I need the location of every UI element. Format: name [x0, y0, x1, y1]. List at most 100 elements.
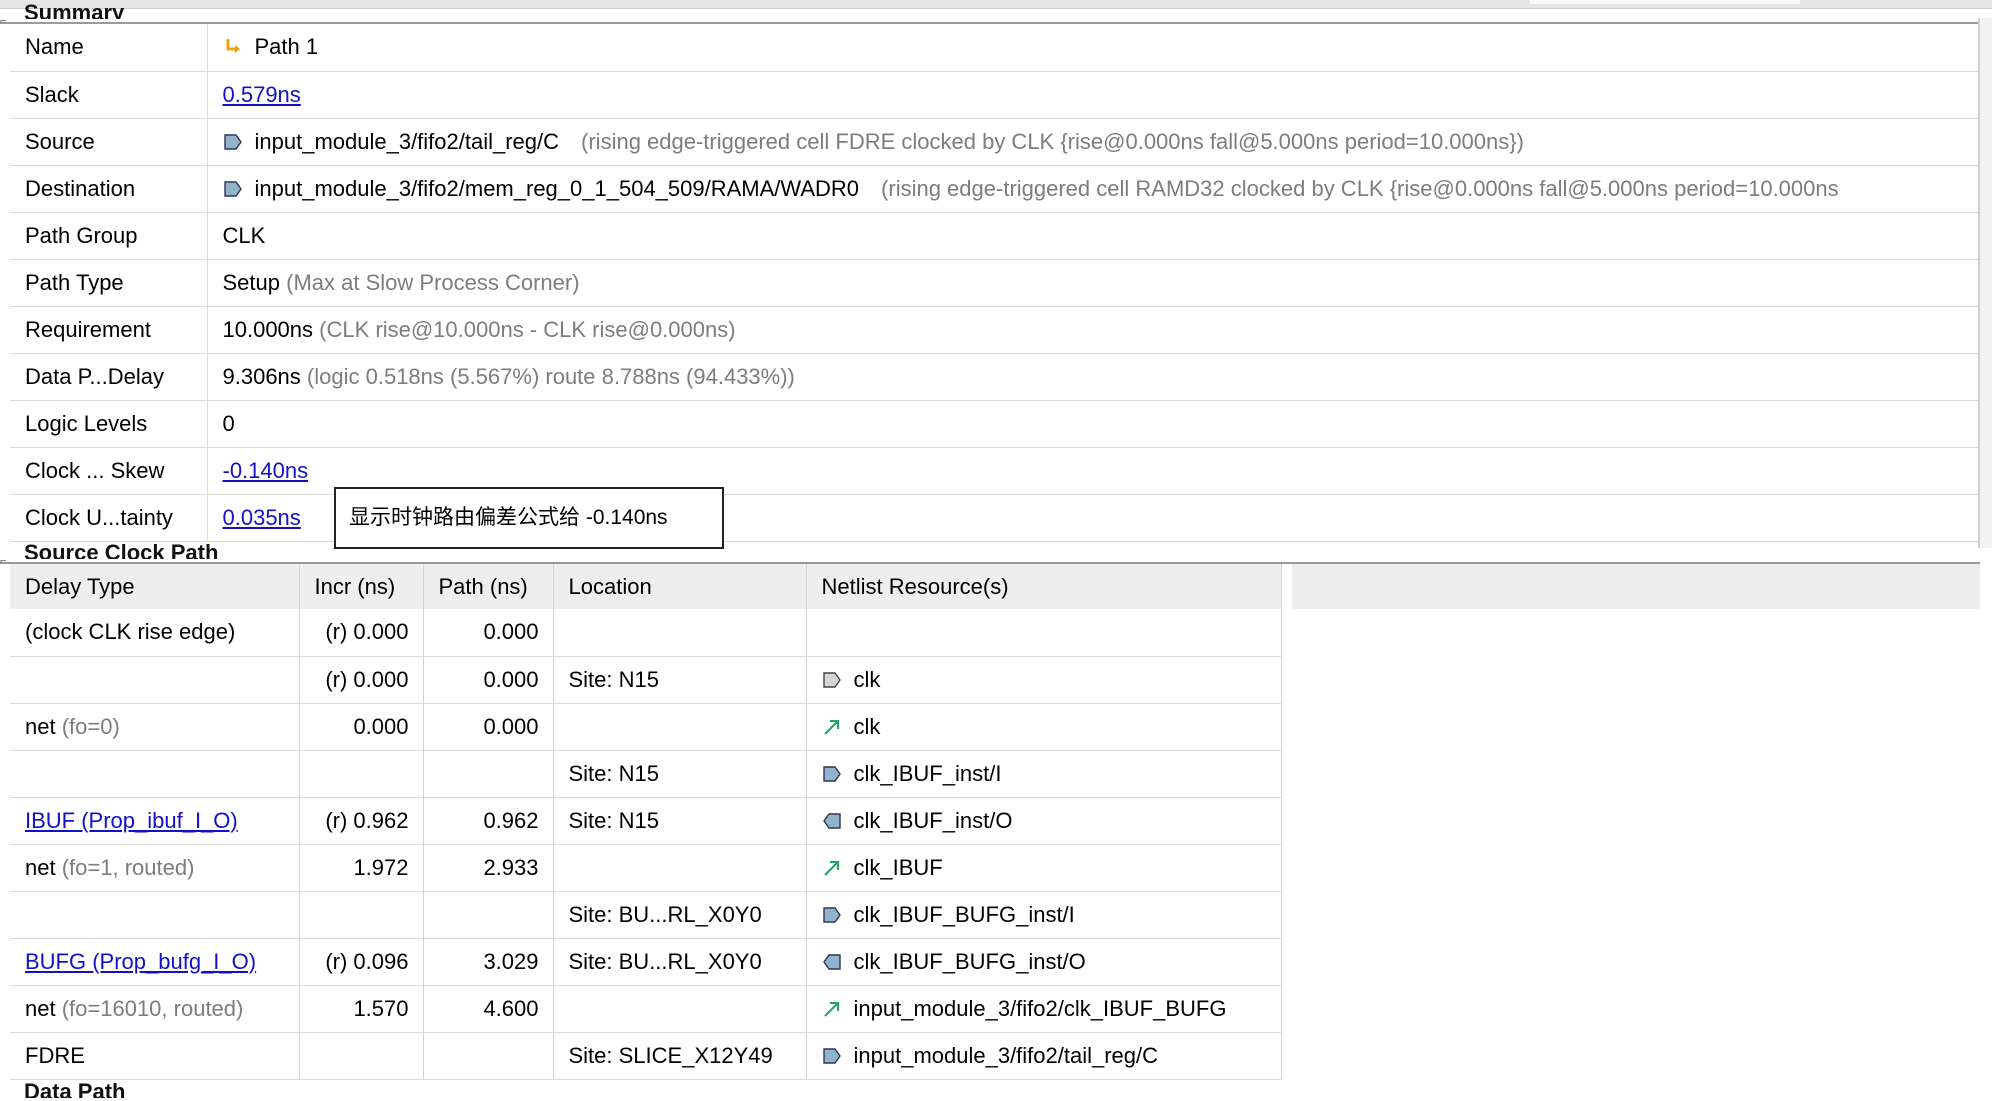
incr-cell: 1.972 [299, 844, 424, 892]
input-pin-icon [822, 1046, 842, 1066]
table-row[interactable]: net (fo=0) 0.000 0.000 clk [10, 703, 1282, 751]
value-link[interactable]: 0.579ns [223, 82, 301, 107]
delay-type-cell: FDRE [10, 1032, 300, 1080]
path-icon [223, 37, 243, 57]
table-row[interactable]: net (fo=16010, routed) 1.570 4.600 input_mo… [10, 985, 1282, 1033]
summary-key: Destination [10, 165, 208, 213]
delay-type: net [25, 713, 56, 739]
collapse-icon[interactable]: ⌐ [0, 556, 10, 567]
location-cell: Site: BU...RL_X0Y0 [553, 891, 807, 939]
table-header-filler [1292, 564, 1980, 609]
incr-cell: 1.570 [299, 985, 424, 1033]
summary-key: Path Type [10, 259, 208, 307]
summary-row: Path Group CLK [10, 212, 1978, 260]
summary-value: CLK [207, 212, 1978, 260]
column-header[interactable]: Delay Type [10, 564, 300, 609]
incr-cell: (r) 0.000 [299, 656, 424, 704]
value-text: Setup [222, 269, 281, 295]
incr-cell [299, 1032, 424, 1080]
summary-value: 0.579ns [207, 71, 1978, 119]
path-cell: 0.000 [423, 703, 554, 751]
fanout-detail: (fo=16010, routed) [61, 995, 244, 1021]
pin-icon [223, 132, 243, 152]
delay-type: FDRE [25, 1042, 85, 1068]
summary-value: Path 1 [207, 24, 1978, 72]
resource-name[interactable]: clk_IBUF_inst/I [854, 761, 1002, 786]
source-clock-title: Source Clock Path [24, 542, 219, 559]
summary-value: 0 [207, 400, 1978, 448]
table-row[interactable]: net (fo=1, routed) 1.972 2.933 clk_IBUF [10, 844, 1282, 892]
value-text: 10.000ns [222, 316, 314, 342]
value-text: 9.306ns [222, 363, 301, 389]
pin-icon [223, 179, 243, 199]
path-cell: 0.962 [423, 797, 554, 845]
resource-name[interactable]: clk_IBUF_BUFG_inst/I [854, 902, 1075, 927]
net-icon [822, 858, 842, 878]
resource-name[interactable]: input_module_3/fifo2/clk_IBUF_BUFG [854, 996, 1227, 1021]
table-row[interactable]: BUFG (Prop_bufg_I_O) (r) 0.096 3.029 Site: … [10, 938, 1282, 986]
value-text: Path 1 [254, 34, 319, 60]
table-row[interactable]: (r) 0.000 0.000 Site: N15 clk [10, 656, 1282, 704]
data-path-section-header[interactable]: Data Path [0, 1081, 1980, 1101]
summary-row: Source input_module_3/fifo2/tail_reg/C (r… [10, 118, 1978, 166]
net-icon [822, 999, 842, 1019]
source-clock-section-header[interactable]: ⌐ Source Clock Path [0, 542, 1980, 567]
resource-name[interactable]: clk_IBUF_BUFG_inst/O [854, 949, 1086, 974]
summary-title: Summary [24, 2, 125, 19]
resource-name[interactable]: clk [854, 714, 881, 739]
incr-cell: (r) 0.096 [299, 938, 424, 986]
resource-name[interactable]: input_module_3/fifo2/tail_reg/C [854, 1043, 1159, 1068]
summary-row: Slack 0.579ns [10, 71, 1978, 119]
collapse-icon[interactable]: ⌐ [0, 16, 10, 27]
table-row[interactable]: IBUF (Prop_ibuf_I_O) (r) 0.962 0.962 Site: … [10, 797, 1282, 845]
path-cell: 2.933 [423, 844, 554, 892]
incr-cell [299, 750, 424, 798]
top-tab[interactable] [1530, 0, 1800, 4]
path-cell: 3.029 [423, 938, 554, 986]
delay-type-cell: IBUF (Prop_ibuf_I_O) [10, 797, 300, 845]
resource-name[interactable]: clk [854, 667, 881, 692]
resource-name[interactable]: clk_IBUF [854, 855, 943, 880]
summary-key: Data P...Delay [10, 353, 208, 401]
table-row[interactable]: FDRE Site: SLICE_X12Y49 input_module_3/fif… [10, 1032, 1282, 1080]
value-text: CLK [222, 222, 266, 248]
location-cell: Site: BU...RL_X0Y0 [553, 938, 807, 986]
path-cell: 0.000 [423, 656, 554, 704]
summary-row: Path Type Setup (Max at Slow Process Corn… [10, 259, 1978, 307]
column-header[interactable]: Path (ns) [423, 564, 554, 609]
column-header[interactable]: Incr (ns) [299, 564, 424, 609]
value-text: input_module_3/fifo2/tail_reg/C [254, 128, 560, 154]
table-row[interactable]: Site: BU...RL_X0Y0 clk_IBUF_BUFG_inst/I [10, 891, 1282, 939]
location-cell [553, 985, 807, 1033]
delay-type-cell [10, 891, 300, 939]
delay-type: net [25, 995, 56, 1021]
value-text: input_module_3/fifo2/mem_reg_0_1_504_509… [254, 175, 860, 201]
vertical-scrollbar[interactable] [1980, 18, 1992, 548]
summary-table: Name Path 1 Slack 0.579ns Source input_module… [10, 24, 1978, 542]
summary-row: Requirement 10.000ns (CLK rise@10.000ns -… [10, 306, 1978, 354]
location-cell: Site: N15 [553, 750, 807, 798]
output-pin-icon [822, 811, 842, 831]
delay-type-cell: net (fo=1, routed) [10, 844, 300, 892]
value-detail: (logic 0.518ns (5.567%) route 8.788ns (9… [306, 363, 795, 389]
resource-name[interactable]: clk_IBUF_inst/O [854, 808, 1013, 833]
skew-tooltip: 显示时钟路由偏差公式给 -0.140ns [334, 487, 724, 549]
value-link[interactable]: 0.035ns [223, 505, 301, 530]
delay-type-link[interactable]: IBUF (Prop_ibuf_I_O) [25, 808, 238, 833]
summary-section-header[interactable]: ⌐ Summary [0, 2, 1980, 27]
table-row[interactable]: (clock CLK rise edge) (r) 0.000 0.000 [10, 609, 1282, 657]
column-header[interactable]: Location [553, 564, 807, 609]
summary-row: Name Path 1 [10, 24, 1978, 72]
delay-type-link[interactable]: BUFG (Prop_bufg_I_O) [25, 949, 256, 974]
summary-key: Logic Levels [10, 400, 208, 448]
path-cell [423, 891, 554, 939]
netlist-resource-cell: clk [806, 656, 1282, 704]
summary-value: 9.306ns (logic 0.518ns (5.567%) route 8.… [207, 353, 1978, 401]
fanout-detail: (fo=1, routed) [61, 854, 195, 880]
column-header[interactable]: Netlist Resource(s) [806, 564, 1282, 609]
table-row[interactable]: Site: N15 clk_IBUF_inst/I [10, 750, 1282, 798]
netlist-resource-cell: clk_IBUF_inst/O [806, 797, 1282, 845]
source-clock-path-table: Delay Type Incr (ns) Path (ns) Location Netl… [10, 564, 1282, 1080]
output-pin-icon [822, 952, 842, 972]
value-link[interactable]: -0.140ns [223, 458, 309, 483]
